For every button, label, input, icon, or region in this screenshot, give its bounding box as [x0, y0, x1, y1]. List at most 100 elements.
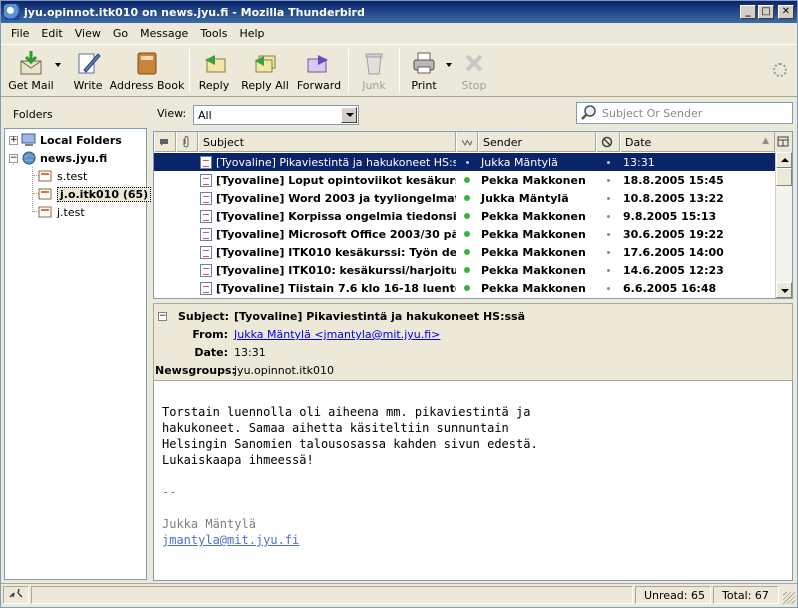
read-dot-icon[interactable] [465, 160, 469, 164]
menu-file[interactable]: File [5, 25, 35, 42]
toolbar-separator [348, 49, 349, 93]
connection-icon [9, 588, 23, 598]
scroll-thumb[interactable] [776, 168, 792, 186]
folder-local-folders[interactable]: + Local Folders [9, 131, 122, 149]
unread-dot-icon[interactable] [464, 177, 470, 183]
message-icon [200, 245, 212, 259]
menu-edit[interactable]: Edit [35, 25, 68, 42]
online-status-button[interactable] [3, 586, 29, 604]
menu-message[interactable]: Message [134, 25, 194, 42]
column-junk[interactable] [596, 132, 620, 152]
message-row[interactable]: [Tyovaline] Loput opintoviikot kesäkurss… [154, 171, 776, 189]
column-date[interactable]: Date ▲ [620, 132, 776, 152]
junk-dot-icon[interactable] [606, 214, 610, 218]
message-body[interactable]: Torstain luennolla oli aiheena mm. pikav… [153, 381, 793, 581]
junk-dot-icon[interactable] [606, 250, 610, 254]
write-button[interactable]: Write [65, 45, 111, 97]
column-sender[interactable]: Sender [478, 132, 596, 152]
collapse-header-icon[interactable]: − [158, 312, 167, 321]
column-attachment[interactable] [176, 132, 198, 152]
main-toolbar: Get Mail Write Address Book Reply Reply … [1, 45, 797, 97]
chevron-down-icon[interactable] [341, 107, 357, 123]
message-icon [200, 155, 212, 169]
print-dropdown-icon[interactable] [446, 63, 452, 67]
column-picker-button[interactable] [774, 132, 792, 152]
signature-email-link[interactable]: jmantyla@mit.jyu.fi [162, 532, 792, 548]
junk-dot-icon[interactable] [606, 178, 610, 182]
message-row[interactable]: [Tyovaline] Word 2003 ja tyyliongelmat J… [154, 189, 776, 207]
menu-tools[interactable]: Tools [194, 25, 233, 42]
collapse-icon[interactable]: − [9, 153, 18, 163]
reply-button[interactable]: Reply [196, 45, 232, 97]
stop-button[interactable]: Stop [456, 45, 492, 97]
header-from-link[interactable]: Jukka Mäntylä <jmantyla@mit.jyu.fi> [234, 328, 440, 341]
junk-dot-icon[interactable] [606, 232, 610, 236]
scroll-down-icon[interactable] [776, 282, 792, 298]
body-line: Torstain luennolla oli aiheena mm. pikav… [162, 405, 531, 419]
thread-pane: Subject Sender Date ▲ [Tyovaline] Pikavi… [153, 131, 793, 299]
folder-j-o-itk010[interactable]: j.o.itk010 (65) [38, 185, 152, 203]
junk-dot-icon[interactable] [606, 268, 610, 272]
message-subject: [Tyovaline] Korpissa ongelmia tiedonsiir… [216, 209, 456, 223]
folder-s-test[interactable]: s.test [38, 167, 87, 185]
address-book-label: Address Book [109, 79, 185, 92]
signature-name: Jukka Mäntylä [162, 517, 256, 531]
minimize-button[interactable]: _ [740, 5, 756, 19]
message-subject: [Tyovaline] ITK010: kesäkurssi/harjoituk… [216, 263, 456, 277]
scroll-up-icon[interactable] [776, 152, 792, 168]
header-date-value: 13:31 [234, 346, 266, 359]
unread-dot-icon[interactable] [464, 267, 470, 273]
folder-pane-header: Folders [1, 101, 149, 127]
search-placeholder: Subject Or Sender [602, 106, 703, 120]
view-selected-value: All [198, 108, 212, 122]
message-row[interactable]: [Tyovaline] Tiistain 7.6 klo 16-18 luent… [154, 279, 776, 297]
search-input[interactable]: Subject Or Sender [576, 102, 793, 124]
column-thread[interactable] [154, 132, 176, 152]
stop-icon [465, 54, 483, 72]
message-row[interactable]: [Tyovaline] Microsoft Office 2003/30 päi… [154, 225, 776, 243]
reply-all-button[interactable]: Reply All [240, 45, 290, 97]
message-subject: [Tyovaline] Microsoft Office 2003/30 päi… [216, 227, 456, 241]
forward-button[interactable]: Forward [296, 45, 342, 97]
folder-news-server[interactable]: − news.jyu.fi [9, 149, 107, 167]
column-read[interactable] [456, 132, 478, 152]
unread-dot-icon[interactable] [464, 213, 470, 219]
get-mail-dropdown-icon[interactable] [55, 63, 61, 67]
message-row[interactable]: [Tyovaline] Korpissa ongelmia tiedonsiir… [154, 207, 776, 225]
menu-help[interactable]: Help [233, 25, 270, 42]
message-sender: Pekka Makkonen [481, 281, 586, 295]
get-mail-button[interactable]: Get Mail [5, 45, 61, 97]
close-button[interactable]: ✕ [778, 5, 794, 19]
stop-label: Stop [461, 79, 487, 92]
view-select[interactable]: All [193, 105, 359, 125]
junk-button[interactable]: Junk [355, 45, 393, 97]
expand-icon[interactable]: + [9, 135, 18, 145]
junk-status-icon [601, 136, 613, 148]
unread-dot-icon[interactable] [464, 195, 470, 201]
junk-dot-icon[interactable] [606, 160, 610, 164]
message-icon [200, 209, 212, 223]
unread-dot-icon[interactable] [464, 231, 470, 237]
message-row[interactable]: [Tyovaline] Pikaviestintä ja hakukoneet … [154, 153, 776, 171]
menu-go[interactable]: Go [107, 25, 134, 42]
resize-grip-icon[interactable] [783, 592, 795, 604]
thread-scrollbar[interactable] [775, 152, 792, 298]
unread-dot-icon[interactable] [464, 249, 470, 255]
unread-dot-icon[interactable] [464, 285, 470, 291]
status-message [31, 586, 633, 604]
print-button[interactable]: Print [406, 45, 452, 97]
message-row[interactable]: [Tyovaline] ITK010 kesäkurssi: Työn dead… [154, 243, 776, 261]
header-subject-value: [Tyovaline] Pikaviestintä ja hakukoneet … [234, 310, 526, 323]
message-icon [200, 173, 212, 187]
address-book-button[interactable]: Address Book [109, 45, 185, 97]
reply-all-icon [255, 55, 276, 73]
message-row[interactable]: [Tyovaline] ITK010: kesäkurssi/harjoituk… [154, 261, 776, 279]
body-line: hakukoneet. Samaa aihetta käsiteltiin su… [162, 421, 509, 435]
message-date: 14.6.2005 12:23 [623, 263, 724, 277]
maximize-button[interactable]: □ [758, 5, 774, 19]
menu-view[interactable]: View [69, 25, 107, 42]
junk-dot-icon[interactable] [606, 196, 610, 200]
column-subject[interactable]: Subject [198, 132, 456, 152]
junk-dot-icon[interactable] [606, 286, 610, 290]
folder-j-test[interactable]: j.test [38, 203, 85, 221]
